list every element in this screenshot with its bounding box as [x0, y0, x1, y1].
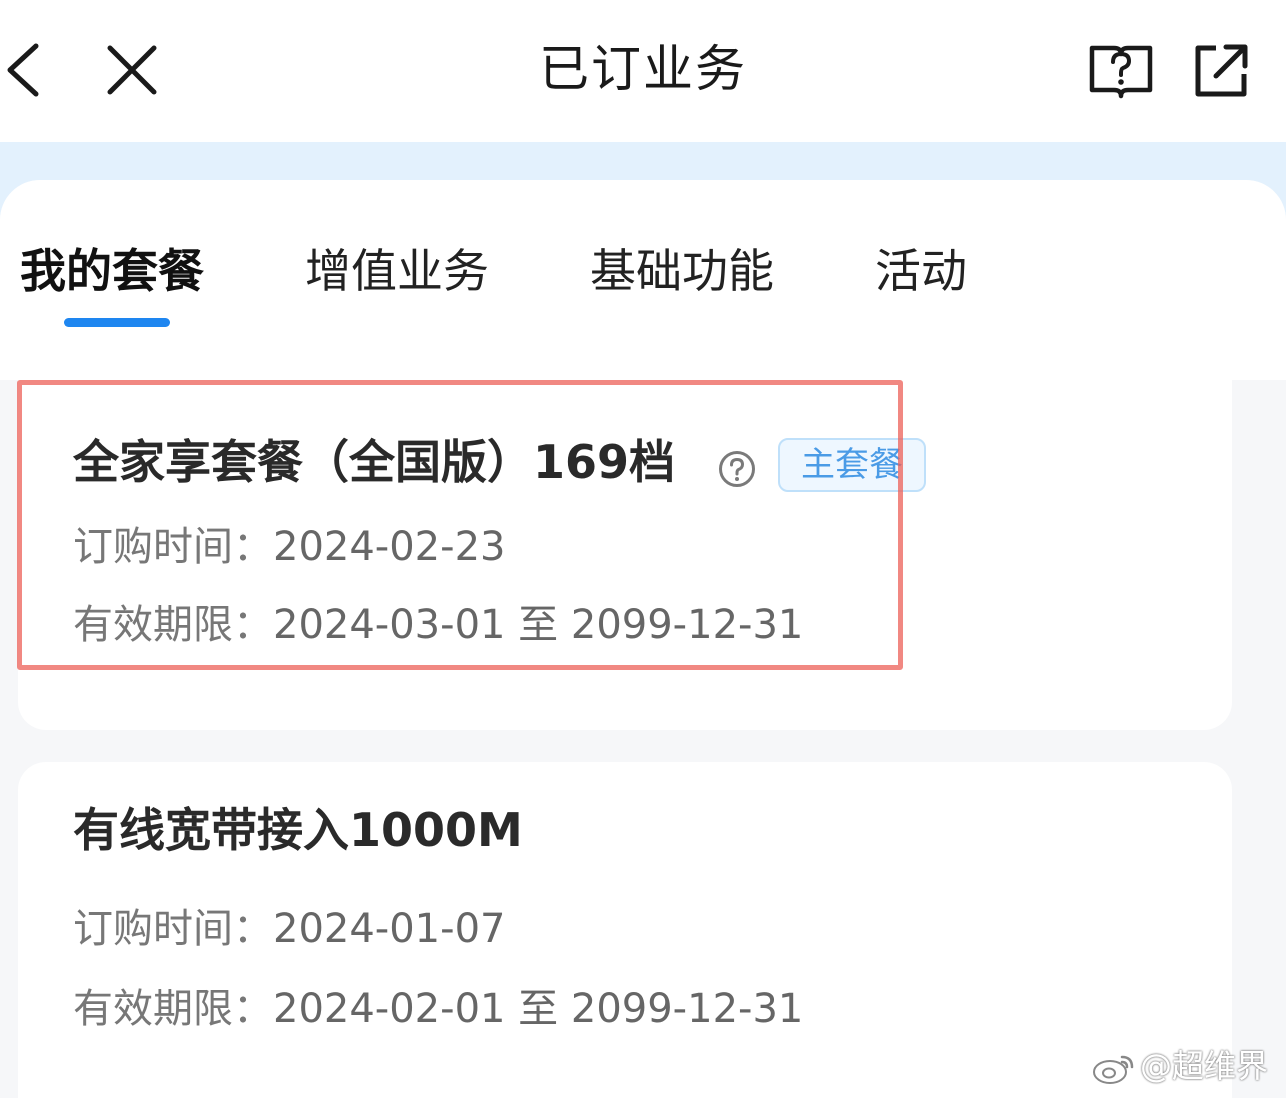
close-icon	[107, 45, 157, 95]
watermark-text: @超维界	[1140, 1047, 1269, 1085]
watermark: @超维界	[1092, 1046, 1268, 1086]
tab-activities[interactable]: 活动	[875, 236, 967, 306]
order-time-label: 订购时间：	[73, 906, 273, 952]
validity-line: 有效期限：2024-02-01 至 2099-12-31	[73, 984, 803, 1034]
plan-card[interactable]: 全家享套餐（全国版）169档 主套餐 订购时间：2024-02-23 有效期限：…	[18, 380, 1232, 730]
broadband-card[interactable]: 有线宽带接入1000M 订购时间：2024-01-07 有效期限：2024-02…	[18, 762, 1232, 1098]
share-button[interactable]	[1190, 40, 1250, 100]
help-button[interactable]	[1086, 40, 1156, 100]
active-tab-indicator	[64, 318, 170, 327]
tab-basic-functions[interactable]: 基础功能	[590, 236, 774, 306]
external-share-icon	[1195, 44, 1248, 97]
help-book-icon	[1089, 45, 1153, 99]
validity-value: 2024-02-01 至 2099-12-31	[273, 986, 804, 1032]
validity-line: 有效期限：2024-03-01 至 2099-12-31	[73, 600, 803, 650]
tab-bar: 我的套餐 增值业务 基础功能 活动	[0, 236, 1286, 326]
order-time-value: 2024-02-23	[273, 524, 506, 570]
order-time-value: 2024-01-07	[273, 906, 506, 952]
weibo-logo-icon	[1093, 1055, 1134, 1084]
content-area: 我的套餐 增值业务 基础功能 活动 全家享套餐（全国版）169档 主套餐 订购时…	[0, 180, 1286, 1098]
order-time-line: 订购时间：2024-02-23	[73, 522, 505, 572]
validity-value: 2024-03-01 至 2099-12-31	[273, 602, 804, 648]
main-plan-badge: 主套餐	[778, 438, 926, 492]
order-time-line: 订购时间：2024-01-07	[73, 904, 505, 954]
broadband-title: 有线宽带接入1000M	[73, 803, 523, 857]
tab-value-added[interactable]: 增值业务	[305, 236, 489, 306]
top-bar: 已订业务	[0, 0, 1286, 142]
chevron-left-icon	[7, 43, 39, 97]
close-button[interactable]	[100, 40, 162, 102]
plan-info-button[interactable]	[718, 450, 756, 488]
plan-title: 全家享套餐（全国版）169档	[73, 435, 676, 489]
question-circle-icon	[719, 451, 755, 487]
order-time-label: 订购时间：	[73, 524, 273, 570]
tabs-panel: 我的套餐 增值业务 基础功能 活动	[0, 180, 1286, 380]
validity-label: 有效期限：	[73, 602, 273, 648]
validity-label: 有效期限：	[73, 986, 273, 1032]
back-button[interactable]	[0, 40, 56, 100]
tab-my-plan[interactable]: 我的套餐	[20, 236, 204, 306]
